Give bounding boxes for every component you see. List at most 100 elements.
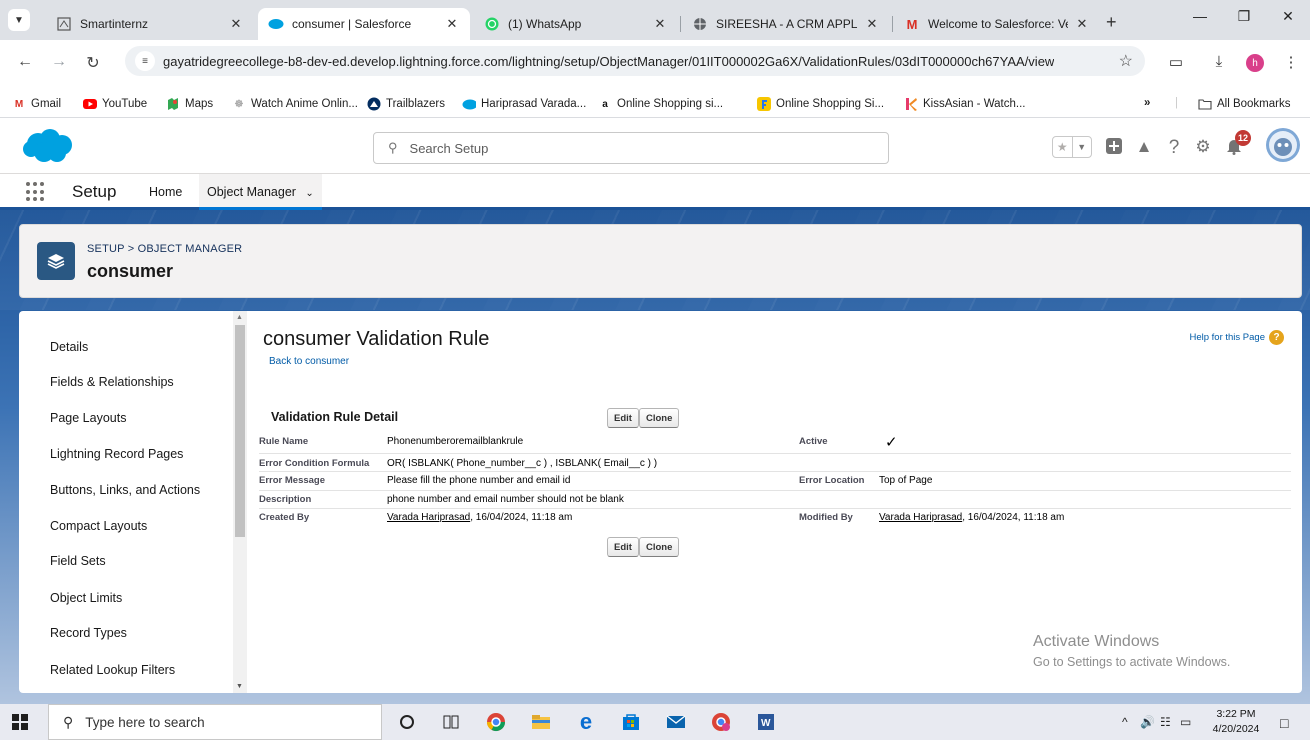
sidebar-item-compact-layouts[interactable]: Compact Layouts xyxy=(50,519,147,533)
sidebar-item-field-sets[interactable]: Field Sets xyxy=(50,554,106,568)
sidebar-item-record-types[interactable]: Record Types xyxy=(50,626,127,640)
trailhead-guidance-icon[interactable]: ▲ xyxy=(1133,137,1155,157)
ime-icon[interactable]: ▭ xyxy=(1180,715,1191,729)
url-omnibox[interactable]: ≡ gayatridegreecollege-b8-dev-ed.develop… xyxy=(125,46,1145,76)
bookmark-flipkart[interactable]: Online Shopping Si... xyxy=(757,97,884,111)
close-tab-icon[interactable]: ✕ xyxy=(1074,16,1090,32)
tab-whatsapp[interactable]: (1) WhatsApp ✕ xyxy=(474,8,678,40)
created-by-user-link[interactable]: Varada Hariprasad xyxy=(387,512,470,523)
forward-arrow-icon[interactable]: → xyxy=(48,53,70,71)
sidebar-item-page-layouts[interactable]: Page Layouts xyxy=(50,411,126,425)
store-icon[interactable] xyxy=(620,711,642,733)
bookmark-youtube[interactable]: YouTube xyxy=(83,97,147,111)
bookmark-kissasian[interactable]: KissAsian - Watch... xyxy=(904,97,1025,111)
network-icon[interactable]: ☷ xyxy=(1160,715,1171,729)
tab-sireesha-crm[interactable]: SIREESHA - A CRM APPLICA ✕ xyxy=(682,8,890,40)
restore-icon[interactable]: ❐ xyxy=(1222,8,1266,25)
download-icon[interactable]: ⤓ xyxy=(1208,53,1230,70)
clone-button-top[interactable]: Clone xyxy=(639,408,680,428)
mail-icon[interactable] xyxy=(665,711,687,733)
bookmark-trailblazers[interactable]: Trailblazers xyxy=(367,97,445,111)
help-for-this-page-link[interactable]: Help for this Page ? xyxy=(1189,330,1284,345)
bookmark-gmail[interactable]: M Gmail xyxy=(12,97,61,111)
scroll-down-arrow-icon[interactable]: ▼ xyxy=(236,683,243,690)
sidebar-item-buttons-links-actions[interactable]: Buttons, Links, and Actions xyxy=(50,483,200,497)
edge-icon[interactable]: e xyxy=(575,709,597,734)
search-icon: ⚲ xyxy=(63,713,74,730)
close-tab-icon[interactable]: ✕ xyxy=(444,16,460,32)
salesforce-logo-icon[interactable] xyxy=(22,128,74,167)
close-tab-icon[interactable]: ✕ xyxy=(228,16,244,32)
bookmark-watch-anime[interactable]: ☸ Watch Anime Onlin... xyxy=(232,97,358,111)
bookmark-maps[interactable]: Maps xyxy=(166,97,213,111)
chrome-icon[interactable] xyxy=(485,711,507,733)
user-avatar[interactable] xyxy=(1266,128,1300,162)
breadcrumb[interactable]: SETUP > OBJECT MANAGER xyxy=(87,243,242,255)
taskbar-search-input[interactable]: ⚲ Type here to search xyxy=(48,704,382,740)
global-actions-plus-icon[interactable] xyxy=(1103,137,1125,160)
salesforce-global-header: ⚲ Search Setup ★ ▼ ▲ ? ⚙ 12 xyxy=(0,118,1310,174)
close-tab-icon[interactable]: ✕ xyxy=(864,16,880,32)
app-launcher-icon[interactable] xyxy=(26,182,46,202)
favorites-dropdown-icon[interactable]: ▼ xyxy=(1071,137,1092,157)
activate-windows-watermark: Activate Windows Go to Settings to activ… xyxy=(1033,633,1230,669)
bookmark-star-icon[interactable]: ☆ xyxy=(1119,51,1133,71)
tab-smartinternz[interactable]: Smartinternz ✕ xyxy=(46,8,254,40)
edit-button-bottom[interactable]: Edit xyxy=(607,537,639,557)
kebab-menu-icon[interactable]: ⋮ xyxy=(1280,53,1302,71)
reload-icon[interactable]: ↻ xyxy=(82,53,104,73)
notification-center-icon[interactable]: □ xyxy=(1280,715,1288,731)
scrollbar-thumb[interactable] xyxy=(235,325,245,537)
favorites-button[interactable]: ★ ▼ xyxy=(1052,136,1092,158)
setup-gear-icon[interactable]: ⚙ xyxy=(1192,137,1214,157)
all-bookmarks[interactable]: All Bookmarks xyxy=(1198,97,1291,111)
chrome-profile-icon[interactable] xyxy=(710,711,732,733)
site-info-icon[interactable]: ≡ xyxy=(135,51,155,71)
close-window-icon[interactable]: ✕ xyxy=(1266,8,1310,25)
chevron-down-icon[interactable]: ⌄ xyxy=(305,188,313,199)
bookmarks-overflow-button[interactable]: » xyxy=(1144,97,1150,109)
sidebar-item-related-lookup-filters[interactable]: Related Lookup Filters xyxy=(50,663,175,677)
nav-home-tab[interactable]: Home xyxy=(149,185,182,199)
setup-search-input[interactable]: ⚲ Search Setup xyxy=(373,132,889,164)
modified-by-user-link[interactable]: Varada Hariprasad xyxy=(879,512,962,523)
back-to-consumer-link[interactable]: Back to consumer xyxy=(269,356,349,367)
edit-button-top[interactable]: Edit xyxy=(607,408,639,428)
volume-icon[interactable]: 🔊 xyxy=(1140,715,1155,729)
bookmark-amazon[interactable]: a Online Shopping si... xyxy=(598,97,723,111)
sidebar-item-object-limits[interactable]: Object Limits xyxy=(50,591,122,605)
salesforce-icon xyxy=(462,97,476,111)
close-tab-icon[interactable]: ✕ xyxy=(652,16,668,32)
sidebar-item-details[interactable]: Details xyxy=(50,340,88,354)
scroll-up-arrow-icon[interactable]: ▲ xyxy=(236,314,243,321)
flipkart-icon xyxy=(757,97,771,111)
sidebar-item-lightning-record-pages[interactable]: Lightning Record Pages xyxy=(50,447,183,461)
tab-search-chevron-icon[interactable]: ▼ xyxy=(8,9,30,31)
tray-chevron-up-icon[interactable]: ^ xyxy=(1122,715,1128,729)
nav-object-manager-tab[interactable]: Object Manager ⌄ xyxy=(199,174,322,210)
file-explorer-icon[interactable] xyxy=(530,711,552,733)
tab-welcome-salesforce[interactable]: M Welcome to Salesforce: Veri ✕ xyxy=(894,8,1100,40)
tab-consumer-salesforce[interactable]: consumer | Salesforce ✕ xyxy=(258,8,470,40)
system-clock[interactable]: 3:22 PM 4/20/2024 xyxy=(1206,707,1266,737)
error-location-label: Error Location xyxy=(799,475,865,486)
extensions-icon[interactable]: ▭ xyxy=(1165,53,1187,71)
task-view-icon[interactable] xyxy=(440,711,462,733)
windows-start-icon[interactable] xyxy=(12,714,28,730)
word-icon[interactable]: W xyxy=(755,711,777,733)
sidebar-scrollbar[interactable]: ▲ ▼ xyxy=(233,311,247,693)
tab-title: SIREESHA - A CRM APPLICA xyxy=(716,17,858,31)
back-arrow-icon[interactable]: ← xyxy=(14,53,36,71)
bookmarks-divider: | xyxy=(1175,97,1178,109)
bookmark-label: Trailblazers xyxy=(386,98,446,110)
minimize-icon[interactable]: — xyxy=(1178,8,1222,24)
url-text[interactable]: gayatridegreecollege-b8-dev-ed.develop.l… xyxy=(163,54,1054,69)
bookmark-hariprasad[interactable]: Hariprasad Varada... xyxy=(462,97,586,111)
new-tab-plus-icon[interactable]: + xyxy=(1106,12,1117,33)
help-question-icon[interactable]: ? xyxy=(1163,137,1185,159)
cortana-circle-icon[interactable] xyxy=(396,711,418,733)
clone-button-bottom[interactable]: Clone xyxy=(639,537,680,557)
favorite-star-icon[interactable]: ★ xyxy=(1053,137,1072,157)
profile-avatar[interactable]: h xyxy=(1246,54,1264,72)
sidebar-item-fields-relationships[interactable]: Fields & Relationships xyxy=(50,375,174,389)
